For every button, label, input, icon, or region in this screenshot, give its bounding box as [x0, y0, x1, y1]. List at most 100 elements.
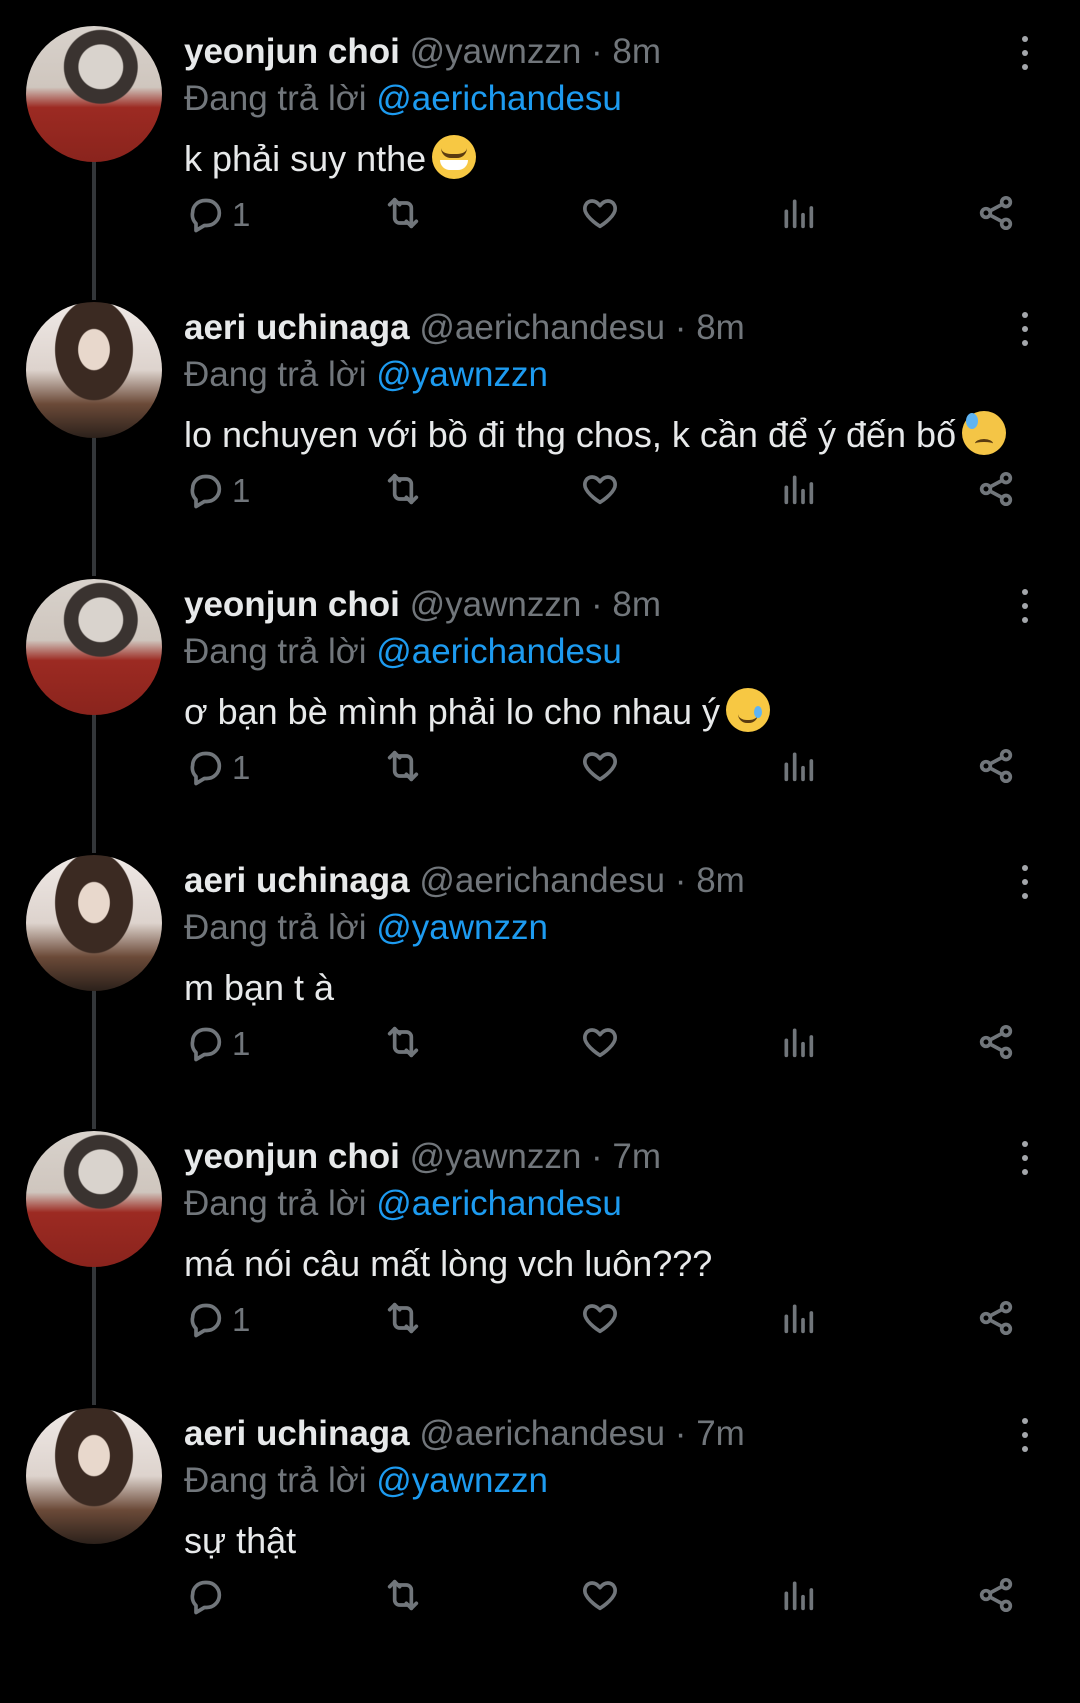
reply-tweet[interactable]: aeri uchinaga @aerichandesu · 8m Đang tr…	[0, 276, 1080, 576]
separator-dot: ·	[591, 585, 603, 624]
share-button[interactable]	[976, 1572, 1016, 1622]
views-button[interactable]	[778, 1295, 818, 1345]
tweet-text: sự thật	[184, 1516, 1054, 1566]
user-handle[interactable]: @yawnzzn	[410, 585, 582, 624]
avatar[interactable]	[26, 302, 162, 438]
share-button[interactable]	[976, 743, 1016, 793]
reply-button[interactable]: 1	[186, 743, 250, 793]
user-handle[interactable]: @aerichandesu	[419, 861, 665, 900]
display-name[interactable]: yeonjun choi	[184, 585, 400, 624]
share-button[interactable]	[976, 1295, 1016, 1345]
reply-tweet[interactable]: yeonjun choi @yawnzzn · 8m Đang trả lời …	[0, 553, 1080, 853]
reply-button[interactable]: 1	[186, 1295, 250, 1345]
reply-button[interactable]	[186, 1572, 232, 1622]
retweet-button[interactable]	[383, 190, 423, 240]
views-button[interactable]	[778, 743, 818, 793]
timestamp[interactable]: 8m	[696, 308, 745, 347]
user-handle[interactable]: @aerichandesu	[419, 308, 665, 347]
tweet-text: má nói câu mất lòng vch luôn???	[184, 1239, 1054, 1289]
heart-icon	[580, 1575, 620, 1620]
reply-icon	[186, 193, 226, 238]
like-button[interactable]	[580, 1572, 620, 1622]
share-button[interactable]	[976, 466, 1016, 516]
share-button[interactable]	[976, 190, 1016, 240]
retweet-icon	[383, 1022, 423, 1067]
mention-link[interactable]: @yawnzzn	[376, 355, 548, 394]
retweet-button[interactable]	[383, 743, 423, 793]
like-button[interactable]	[580, 1019, 620, 1069]
views-icon	[778, 469, 818, 514]
retweet-button[interactable]	[383, 466, 423, 516]
display-name[interactable]: yeonjun choi	[184, 1137, 400, 1176]
timestamp[interactable]: 8m	[696, 861, 745, 900]
replying-to: Đang trả lời @yawnzzn	[184, 1456, 548, 1506]
tweet-header: yeonjun choi @yawnzzn · 7m	[184, 1132, 661, 1182]
display-name[interactable]: yeonjun choi	[184, 32, 400, 71]
retweet-button[interactable]	[383, 1019, 423, 1069]
separator-dot: ·	[674, 1414, 687, 1453]
mention-link[interactable]: @aerichandesu	[376, 632, 622, 671]
tweet-text-content: m bạn t à	[184, 967, 335, 1008]
like-button[interactable]	[580, 466, 620, 516]
retweet-icon	[383, 746, 423, 791]
replying-to: Đang trả lời @aerichandesu	[184, 1179, 622, 1229]
reply-thread: yeonjun choi @yawnzzn · 8m Đang trả lời …	[0, 0, 1080, 1703]
timestamp[interactable]: 8m	[612, 585, 661, 624]
reply-icon	[186, 469, 226, 514]
mention-link[interactable]: @yawnzzn	[376, 908, 548, 947]
user-handle[interactable]: @yawnzzn	[410, 1137, 582, 1176]
views-button[interactable]	[778, 466, 818, 516]
tweet-header: aeri uchinaga @aerichandesu · 8m	[184, 303, 745, 353]
reply-tweet[interactable]: yeonjun choi @yawnzzn · 8m Đang trả lời …	[0, 0, 1080, 300]
views-button[interactable]	[778, 1572, 818, 1622]
timestamp[interactable]: 8m	[612, 32, 661, 71]
tweet-text: lo nchuyen với bồ đi thg chos, k cần để …	[184, 410, 1054, 460]
replying-prefix: Đang trả lời	[184, 908, 367, 947]
views-icon	[778, 1022, 818, 1067]
avatar[interactable]	[26, 579, 162, 715]
display-name[interactable]: aeri uchinaga	[184, 861, 410, 900]
reply-tweet[interactable]: yeonjun choi @yawnzzn · 7m Đang trả lời …	[0, 1105, 1080, 1405]
heart-icon	[580, 1298, 620, 1343]
user-handle[interactable]: @yawnzzn	[410, 32, 582, 71]
more-vertical-icon[interactable]	[1012, 310, 1036, 348]
reply-button[interactable]: 1	[186, 1019, 250, 1069]
tweet-text: k phải suy nthe	[184, 134, 1054, 184]
user-handle[interactable]: @aerichandesu	[419, 1414, 665, 1453]
more-vertical-icon[interactable]	[1012, 34, 1036, 72]
retweet-button[interactable]	[383, 1572, 423, 1622]
like-button[interactable]	[580, 1295, 620, 1345]
reply-tweet[interactable]: aeri uchinaga @aerichandesu · 7m Đang tr…	[0, 1382, 1080, 1658]
mention-link[interactable]: @aerichandesu	[376, 1184, 622, 1223]
views-button[interactable]	[778, 1019, 818, 1069]
reply-button[interactable]: 1	[186, 190, 250, 240]
heart-icon	[580, 193, 620, 238]
more-vertical-icon[interactable]	[1012, 587, 1036, 625]
avatar[interactable]	[26, 855, 162, 991]
display-name[interactable]: aeri uchinaga	[184, 1414, 410, 1453]
more-vertical-icon[interactable]	[1012, 863, 1036, 901]
avatar[interactable]	[26, 26, 162, 162]
reply-tweet[interactable]: aeri uchinaga @aerichandesu · 8m Đang tr…	[0, 829, 1080, 1129]
mention-link[interactable]: @aerichandesu	[376, 79, 622, 118]
tweet-text-content: lo nchuyen với bồ đi thg chos, k cần để …	[184, 414, 957, 455]
reply-count: 1	[232, 196, 251, 233]
timestamp[interactable]: 7m	[696, 1414, 745, 1453]
mention-link[interactable]: @yawnzzn	[376, 1461, 548, 1500]
avatar[interactable]	[26, 1131, 162, 1267]
like-button[interactable]	[580, 190, 620, 240]
share-icon	[976, 1575, 1016, 1620]
tweet-text: m bạn t à	[184, 963, 1054, 1013]
share-button[interactable]	[976, 1019, 1016, 1069]
more-vertical-icon[interactable]	[1012, 1139, 1036, 1177]
reply-button[interactable]: 1	[186, 466, 250, 516]
replying-prefix: Đang trả lời	[184, 79, 367, 118]
timestamp[interactable]: 7m	[612, 1137, 661, 1176]
retweet-button[interactable]	[383, 1295, 423, 1345]
more-vertical-icon[interactable]	[1012, 1416, 1036, 1454]
like-button[interactable]	[580, 743, 620, 793]
display-name[interactable]: aeri uchinaga	[184, 308, 410, 347]
avatar[interactable]	[26, 1408, 162, 1544]
separator-dot: ·	[674, 308, 687, 347]
views-button[interactable]	[778, 190, 818, 240]
